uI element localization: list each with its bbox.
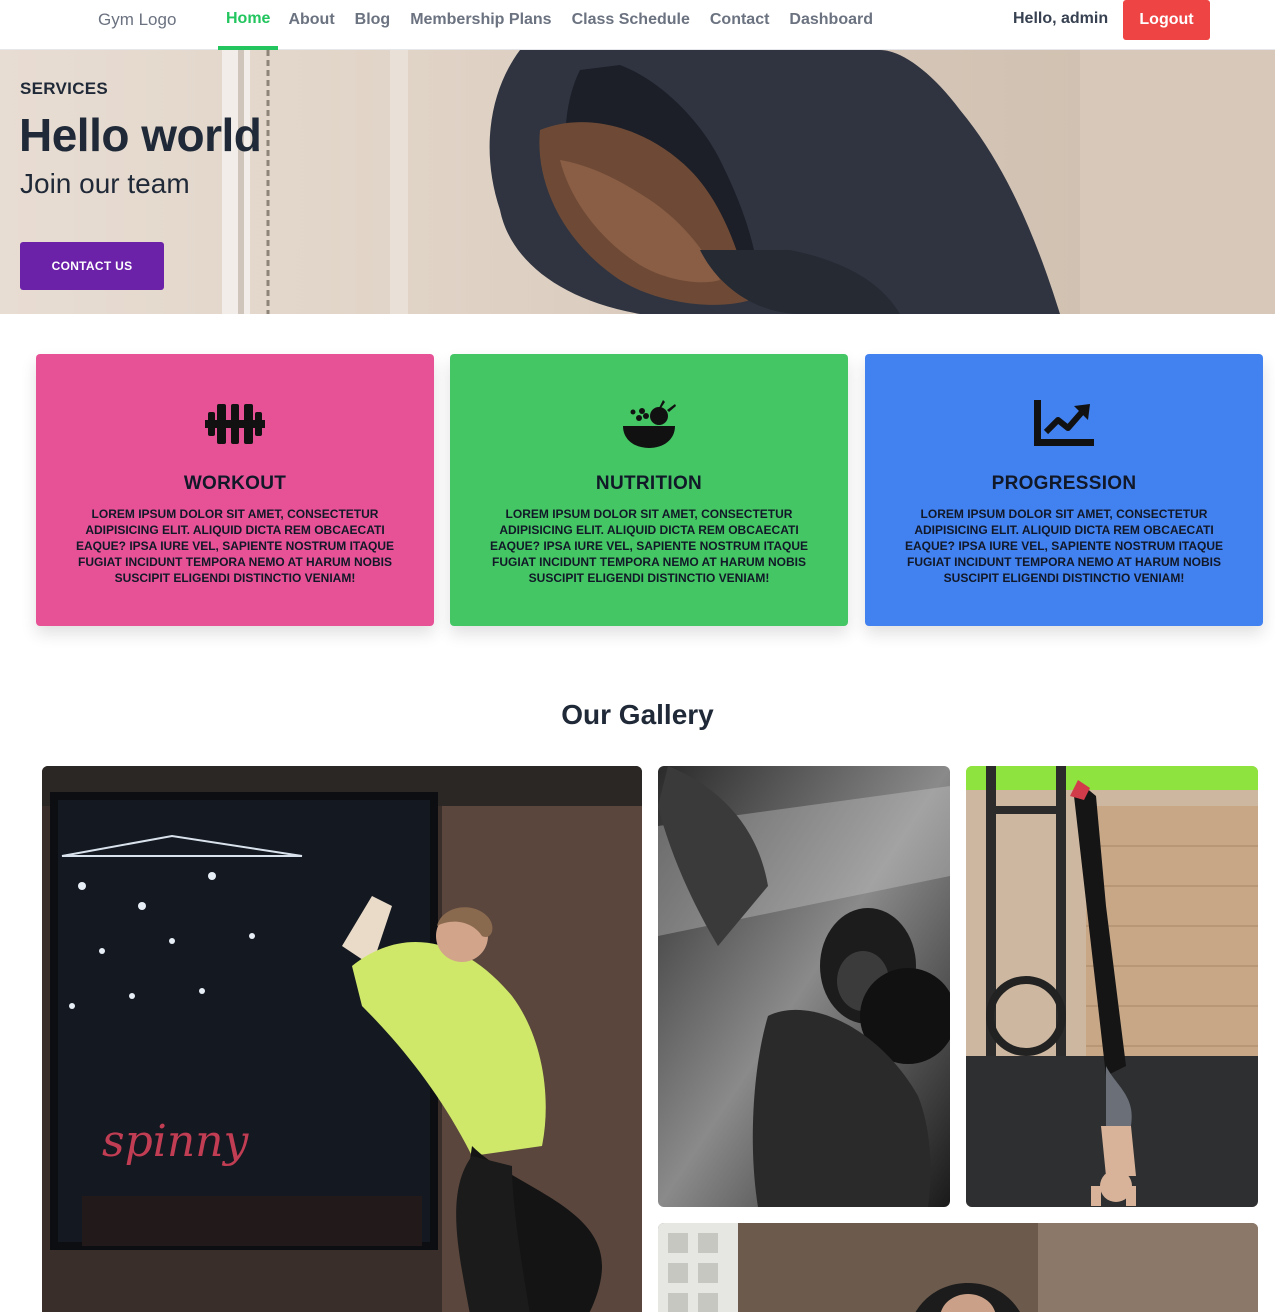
svg-text:spinny: spinny (102, 1116, 249, 1167)
gallery-image-boxer[interactable] (658, 766, 950, 1207)
contact-us-button[interactable]: CONTACT US (20, 242, 164, 290)
nav-link-home[interactable]: Home (218, 0, 279, 50)
nav-link-class-schedule[interactable]: Class Schedule (562, 0, 700, 50)
gallery-image-jumping-woman[interactable]: spinny (42, 766, 642, 1312)
nav-link-about[interactable]: About (278, 0, 344, 50)
nav-link-membership-plans[interactable]: Membership Plans (400, 0, 561, 50)
chart-line-icon (1034, 400, 1094, 446)
service-card-nutrition: NUTRITION Lorem ipsum dolor sit amet, co… (450, 354, 848, 626)
hero-subtitle: Join our team (20, 168, 190, 199)
service-card-workout: WORKOUT Lorem ipsum dolor sit amet, cons… (36, 354, 434, 626)
hero-kicker: SERVICES (20, 79, 109, 98)
nav-link-dashboard[interactable]: Dashboard (779, 0, 883, 50)
logout-button[interactable]: Logout (1123, 0, 1210, 40)
site-logo[interactable]: Gym Logo (98, 10, 176, 30)
nav-link-contact[interactable]: Contact (700, 0, 780, 50)
top-navbar: Gym Logo Home About Blog Membership Plan… (0, 0, 1275, 50)
user-greeting: Hello, admin (1013, 10, 1109, 27)
food-bowl-icon (623, 400, 676, 448)
service-title: NUTRITION (595, 473, 703, 494)
gallery-title: Our Gallery (561, 699, 714, 730)
service-title: PROGRESSION (991, 473, 1137, 494)
hero-title: Hello world (19, 109, 262, 161)
service-title: WORKOUT (183, 473, 287, 494)
hero-background-image (222, 50, 1275, 314)
gallery-image-training[interactable] (658, 1223, 1258, 1312)
hero-banner: SERVICES Hello world Join our team CONTA… (0, 50, 1275, 314)
main-nav: Home About Blog Membership Plans Class S… (218, 0, 883, 50)
service-description: Lorem ipsum dolor sit amet, consectetur … (489, 507, 809, 585)
service-description: Lorem ipsum dolor sit amet, consectetur … (904, 507, 1224, 585)
service-card-progression: PROGRESSION Lorem ipsum dolor sit amet, … (865, 354, 1263, 626)
nav-link-blog[interactable]: Blog (345, 0, 401, 50)
service-description: Lorem ipsum dolor sit amet, consectetur … (75, 507, 395, 585)
gallery-image-handstand[interactable] (966, 766, 1258, 1207)
dumbbell-icon (205, 404, 265, 444)
